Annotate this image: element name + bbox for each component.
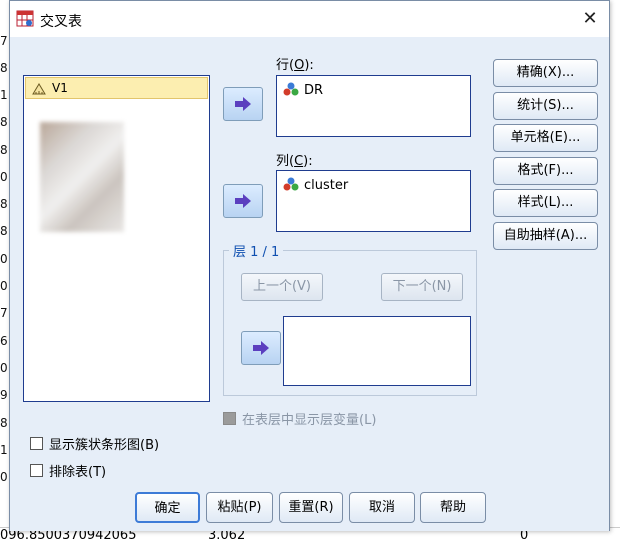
bg-cell: 0: [0, 361, 8, 375]
arrow-right-icon: [235, 194, 251, 208]
checkbox-box: [223, 412, 236, 425]
dialog-title: 交叉表: [40, 14, 82, 30]
ok-button[interactable]: 确定: [135, 492, 200, 523]
clustered-bar-chart-checkbox[interactable]: 显示簇状条形图(B): [30, 434, 159, 453]
bg-cell: 0: [0, 470, 8, 484]
bg-cell: 8: [0, 61, 8, 75]
rows-label: 行(O):: [276, 58, 314, 73]
bg-cell: 0: [0, 279, 8, 293]
dialog-body: V1 行(O): DR 列(C): cluster 层 1 / 1 上一个(V)…: [10, 37, 609, 531]
statistics-button[interactable]: 统计(S)...: [493, 92, 598, 120]
crosstabs-dialog: 交叉表 ✕ V1 行(O): DR 列(C): cluster 层 1 / 1 …: [9, 0, 610, 531]
bg-cell: 0: [0, 170, 8, 184]
bg-cell: 8: [0, 143, 8, 157]
bg-cell: 7: [0, 34, 8, 48]
cells-button[interactable]: 单元格(E)...: [493, 124, 598, 152]
checkbox-box: [30, 464, 43, 477]
bg-cell: 8: [0, 115, 8, 129]
show-layer-variables-checkbox[interactable]: 在表层中显示层变量(L): [223, 409, 376, 428]
obscured-variables: [40, 122, 124, 232]
checkbox-box: [30, 437, 43, 450]
move-to-columns-button[interactable]: [223, 184, 263, 218]
paste-button[interactable]: 粘贴(P): [206, 492, 273, 523]
bg-cell: 1: [0, 443, 8, 457]
title-bar[interactable]: 交叉表 ✕: [10, 1, 609, 37]
reset-button[interactable]: 重置(R): [279, 492, 343, 523]
rows-list-item[interactable]: DR: [283, 82, 323, 98]
suppress-tables-checkbox[interactable]: 排除表(T): [30, 461, 106, 480]
cancel-button[interactable]: 取消: [349, 492, 415, 523]
layer-group: 层 1 / 1 上一个(V) 下一个(N): [223, 241, 477, 396]
bg-cell: 1: [0, 88, 8, 102]
nominal-variable-icon: [283, 82, 299, 96]
exact-button[interactable]: 精确(X)...: [493, 59, 598, 87]
rows-list[interactable]: DR: [276, 75, 471, 137]
columns-label: 列(C):: [276, 154, 313, 169]
close-button[interactable]: ✕: [577, 6, 603, 32]
help-button[interactable]: 帮助: [420, 492, 486, 523]
style-button[interactable]: 样式(L)...: [493, 189, 598, 217]
variable-label: V1: [52, 81, 68, 95]
columns-list-item[interactable]: cluster: [283, 177, 348, 193]
bg-cell: 6: [0, 334, 8, 348]
format-button[interactable]: 格式(F)...: [493, 157, 598, 185]
bg-cell: 8: [0, 416, 8, 430]
bg-cell: 0: [0, 252, 8, 266]
variable-item[interactable]: V1: [25, 77, 208, 99]
move-to-rows-button[interactable]: [223, 87, 263, 121]
crosstabs-app-icon: [16, 10, 34, 27]
bootstrap-button[interactable]: 自助抽样(A)...: [493, 222, 598, 250]
columns-list[interactable]: cluster: [276, 170, 471, 232]
nominal-variable-icon: [283, 177, 299, 191]
arrow-right-icon: [253, 341, 269, 355]
bg-cell: 8: [0, 224, 8, 238]
bg-cell: 7: [0, 306, 8, 320]
next-layer-button[interactable]: 下一个(N): [381, 273, 463, 301]
close-icon: ✕: [582, 8, 598, 29]
layer-list[interactable]: [283, 316, 471, 386]
arrow-right-icon: [235, 97, 251, 111]
move-to-layer-button[interactable]: [241, 331, 281, 365]
ruler-icon: [32, 83, 46, 95]
previous-layer-button[interactable]: 上一个(V): [241, 273, 323, 301]
bg-cell: 8: [0, 197, 8, 211]
source-variable-list[interactable]: V1: [23, 75, 210, 402]
layer-legend: 层 1 / 1: [229, 241, 284, 260]
bg-cell: 9: [0, 388, 8, 402]
